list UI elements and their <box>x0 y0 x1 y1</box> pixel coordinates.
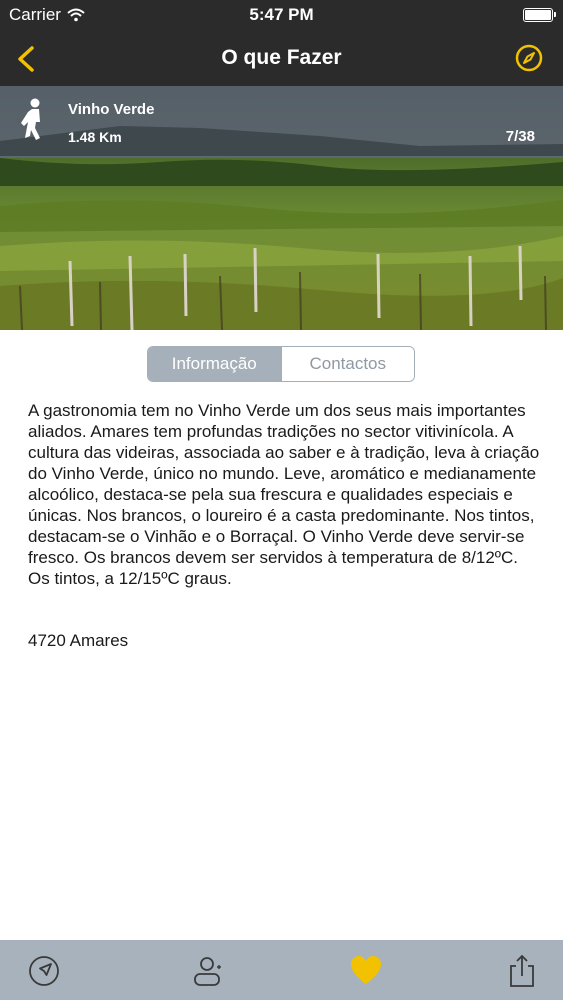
page-title: O que Fazer <box>221 46 342 69</box>
compass-button[interactable] <box>513 42 545 74</box>
status-time: 5:47 PM <box>249 5 314 24</box>
add-contact-icon <box>194 957 221 986</box>
segmented-control: Informação Contactos <box>147 346 415 382</box>
navigate-button[interactable] <box>27 954 61 988</box>
top-bar: Carrier 5:47 PM O que Fazer <box>0 0 563 86</box>
favorite-button[interactable] <box>349 954 383 988</box>
distance-label: 1.48 Km <box>68 129 122 145</box>
compass-icon <box>515 44 543 72</box>
share-icon <box>510 954 534 987</box>
tab-informacao[interactable]: Informação <box>148 347 281 381</box>
item-counter: 7/38 <box>505 128 535 145</box>
bottom-toolbar <box>0 940 563 1000</box>
navigation-arrow-icon <box>29 956 59 986</box>
walking-person-icon <box>21 98 40 140</box>
add-contact-button[interactable] <box>190 954 224 988</box>
status-bar: Carrier 5:47 PM <box>0 0 563 30</box>
description-text: A gastronomia tem no Vinho Verde um dos … <box>28 401 540 588</box>
address-text: 4720 Amares <box>28 631 129 650</box>
tab-contactos[interactable]: Contactos <box>280 347 414 381</box>
battery-icon <box>523 8 556 22</box>
heart-icon <box>351 956 381 984</box>
hero-info-overlay: Vinho Verde 1.48 Km 7/38 <box>0 86 563 156</box>
share-button[interactable] <box>505 954 539 988</box>
place-name: Vinho Verde <box>68 101 155 118</box>
navigation-bar: O que Fazer <box>0 30 563 86</box>
hero-image: Vinho Verde 1.48 Km 7/38 <box>0 86 563 330</box>
